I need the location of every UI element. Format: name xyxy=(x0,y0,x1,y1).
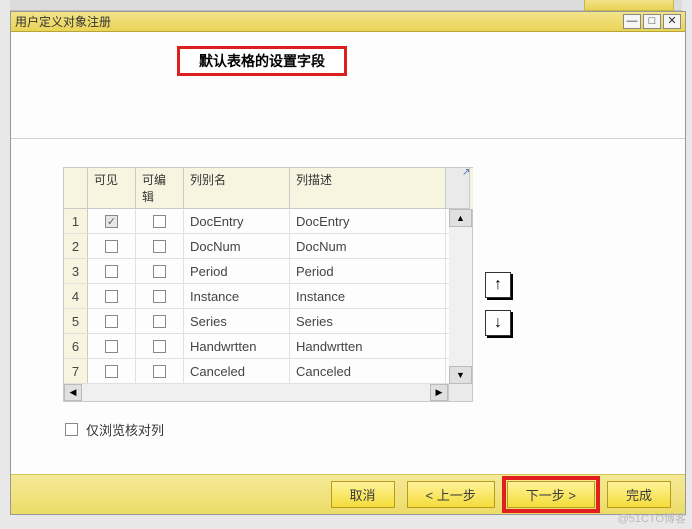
visible-cell[interactable] xyxy=(88,309,136,333)
visible-checkbox[interactable] xyxy=(105,365,118,378)
visible-cell[interactable] xyxy=(88,359,136,383)
visible-cell[interactable] xyxy=(88,234,136,258)
row-number: 3 xyxy=(64,259,88,283)
expand-icon[interactable]: ↗ xyxy=(462,167,472,177)
alias-cell[interactable]: Canceled xyxy=(184,359,290,383)
editable-checkbox[interactable] xyxy=(153,290,166,303)
header-desc[interactable]: 列描述 xyxy=(290,168,446,209)
table-row[interactable]: 2 DocNumDocNum xyxy=(64,234,449,259)
horizontal-scrollbar[interactable]: ◀ ▶ xyxy=(63,384,473,402)
window-title: 用户定义对象注册 xyxy=(15,13,621,30)
alias-cell[interactable]: Instance xyxy=(184,284,290,308)
reorder-buttons: ↑ ↓ xyxy=(485,272,511,336)
row-number: 4 xyxy=(64,284,88,308)
maximize-button[interactable]: □ xyxy=(643,14,661,29)
desc-cell[interactable]: Period xyxy=(290,259,446,283)
editable-cell[interactable] xyxy=(136,359,184,383)
wizard-footer: 取消 < 上一步 下一步 > 完成 xyxy=(11,474,685,514)
cancel-button[interactable]: 取消 xyxy=(331,481,395,508)
visible-checkbox[interactable] xyxy=(105,290,118,303)
visible-checkbox[interactable] xyxy=(105,315,118,328)
row-number: 7 xyxy=(64,359,88,383)
move-down-button[interactable]: ↓ xyxy=(485,310,511,336)
hscroll-track[interactable] xyxy=(82,384,430,401)
row-number: 2 xyxy=(64,234,88,258)
scroll-left-button[interactable]: ◀ xyxy=(64,384,82,401)
table-row[interactable]: 7 CanceledCanceled xyxy=(64,359,449,384)
next-button[interactable]: 下一步 > xyxy=(507,481,595,508)
scroll-track[interactable] xyxy=(449,227,472,366)
desc-cell[interactable]: Canceled xyxy=(290,359,446,383)
close-button[interactable]: ✕ xyxy=(663,14,681,29)
background-toolbar xyxy=(10,0,682,11)
header-alias[interactable]: 列别名 xyxy=(184,168,290,209)
row-number: 1 xyxy=(64,209,88,233)
editable-checkbox[interactable] xyxy=(153,240,166,253)
browse-only-label: 仅浏览核对列 xyxy=(86,420,164,439)
alias-cell[interactable]: Handwrtten xyxy=(184,334,290,358)
desc-cell[interactable]: DocNum xyxy=(290,234,446,258)
visible-cell[interactable] xyxy=(88,259,136,283)
finish-button[interactable]: 完成 xyxy=(607,481,671,508)
browse-only-option[interactable]: 仅浏览核对列 xyxy=(65,420,685,439)
desc-cell[interactable]: DocEntry xyxy=(290,209,446,233)
alias-cell[interactable]: DocEntry xyxy=(184,209,290,233)
editable-cell[interactable] xyxy=(136,334,184,358)
desc-cell[interactable]: Handwrtten xyxy=(290,334,446,358)
titlebar: 用户定义对象注册 — □ ✕ xyxy=(11,12,685,32)
editable-cell[interactable] xyxy=(136,309,184,333)
prev-button[interactable]: < 上一步 xyxy=(407,481,495,508)
editable-cell[interactable] xyxy=(136,209,184,233)
minimize-button[interactable]: — xyxy=(623,14,641,29)
desc-cell[interactable]: Instance xyxy=(290,284,446,308)
scroll-corner xyxy=(448,384,472,401)
grid-body: 1 DocEntryDocEntry 2 DocNumDocNum 3 PeriodPer… xyxy=(63,209,449,384)
visible-checkbox[interactable] xyxy=(105,215,118,228)
editable-checkbox[interactable] xyxy=(153,215,166,228)
alias-cell[interactable]: Series xyxy=(184,309,290,333)
visible-checkbox[interactable] xyxy=(105,265,118,278)
visible-cell[interactable] xyxy=(88,334,136,358)
header-editable[interactable]: 可编辑 xyxy=(136,168,184,209)
move-up-button[interactable]: ↑ xyxy=(485,272,511,298)
watermark: @51CTO博客 xyxy=(618,510,686,526)
grid-header: 可见 可编辑 列别名 列描述 xyxy=(63,167,473,209)
visible-cell[interactable] xyxy=(88,284,136,308)
row-number: 5 xyxy=(64,309,88,333)
alias-cell[interactable]: DocNum xyxy=(184,234,290,258)
visible-checkbox[interactable] xyxy=(105,340,118,353)
editable-checkbox[interactable] xyxy=(153,265,166,278)
dialog-window: 用户定义对象注册 — □ ✕ 默认表格的设置字段 ↗ 可见 可编辑 列别名 列描… xyxy=(10,11,686,515)
fields-grid: ↗ 可见 可编辑 列别名 列描述 1 DocEntryDocEntry 2 DocNu… xyxy=(63,167,473,402)
editable-cell[interactable] xyxy=(136,284,184,308)
header-visible[interactable]: 可见 xyxy=(88,168,136,209)
table-row[interactable]: 1 DocEntryDocEntry xyxy=(64,209,449,234)
background-tab xyxy=(584,0,674,11)
separator xyxy=(11,138,685,139)
visible-cell[interactable] xyxy=(88,209,136,233)
table-row[interactable]: 6 HandwrttenHandwrtten xyxy=(64,334,449,359)
header-rownum xyxy=(64,168,88,209)
table-row[interactable]: 4 InstanceInstance xyxy=(64,284,449,309)
alias-cell[interactable]: Period xyxy=(184,259,290,283)
scroll-right-button[interactable]: ▶ xyxy=(430,384,448,401)
editable-cell[interactable] xyxy=(136,259,184,283)
table-row[interactable]: 5 SeriesSeries xyxy=(64,309,449,334)
editable-checkbox[interactable] xyxy=(153,340,166,353)
visible-checkbox[interactable] xyxy=(105,240,118,253)
editable-cell[interactable] xyxy=(136,234,184,258)
scroll-down-button[interactable]: ▼ xyxy=(449,366,472,384)
editable-checkbox[interactable] xyxy=(153,315,166,328)
browse-only-checkbox[interactable] xyxy=(65,423,78,436)
editable-checkbox[interactable] xyxy=(153,365,166,378)
vertical-scrollbar[interactable]: ▲ ▼ xyxy=(449,209,473,384)
scroll-up-button[interactable]: ▲ xyxy=(449,209,472,227)
row-number: 6 xyxy=(64,334,88,358)
callout-label: 默认表格的设置字段 xyxy=(177,46,347,76)
desc-cell[interactable]: Series xyxy=(290,309,446,333)
table-row[interactable]: 3 PeriodPeriod xyxy=(64,259,449,284)
